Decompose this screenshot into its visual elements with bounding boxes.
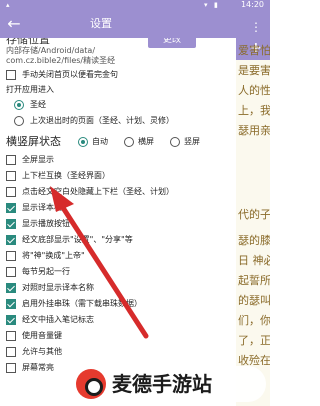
open-app-label: 打开应用进入 <box>6 85 54 94</box>
background-text-line: 瑟用亲爱的 <box>238 124 270 137</box>
option-checkbox-label: 启用外挂串珠（需下载串珠数据） <box>22 299 142 308</box>
option-checkbox-label: 点击经文空白处隐藏上下栏（圣经、计划） <box>22 187 174 196</box>
option-checkbox-label: 显示译本栏 <box>22 203 62 212</box>
radio-orient-portrait-label: 竖屏 <box>184 137 200 146</box>
option-checkbox[interactable] <box>6 283 16 293</box>
background-reader-page: ⋮ + 爱害怕，我 是要害我, 人的性命, 上，我必养 瑟用亲爱的 代的子孙; … <box>236 10 270 406</box>
radio-open-bible-label: 圣经 <box>30 100 46 109</box>
radio-orient-auto[interactable] <box>78 137 88 147</box>
status-time: 14:20 <box>240 0 264 9</box>
option-checkbox[interactable] <box>6 171 16 181</box>
option-checkbox-label: 全屏显示 <box>22 155 54 164</box>
radio-open-last-page[interactable] <box>14 116 24 126</box>
background-text-line: 人的性命, <box>238 84 270 97</box>
manual-close-checkbox[interactable] <box>6 70 16 80</box>
radio-open-last-page-label: 上次退出时的页面（圣经、计划、灵修） <box>30 116 174 125</box>
storage-path-line: com.cz.bible2/files/精读圣经 <box>6 56 116 65</box>
battery-icon: ▮ <box>214 1 218 9</box>
signal-icon: ▾ <box>204 1 208 9</box>
background-text-line: 瑟的膝上。 <box>238 234 270 247</box>
option-checkbox-label: 对照时显示译本名称 <box>22 283 94 292</box>
background-text-line: 爱害怕，我 <box>238 44 270 57</box>
radio-orient-landscape[interactable] <box>124 137 134 147</box>
option-checkbox[interactable] <box>6 235 16 245</box>
watermark-text: 麦德手游站 <box>112 372 212 396</box>
option-checkbox[interactable] <box>6 203 16 213</box>
back-arrow-icon[interactable]: ← <box>4 14 24 34</box>
option-checkbox[interactable] <box>6 251 16 261</box>
option-checkbox[interactable] <box>6 347 16 357</box>
background-text-line: 上，我必养 <box>238 104 270 117</box>
option-checkbox-label: 上下栏互换（圣经界面） <box>22 171 110 180</box>
option-checkbox-label: 将"神"换成"上帝" <box>22 251 85 260</box>
option-checkbox[interactable] <box>6 299 16 309</box>
change-storage-button[interactable]: 更改 <box>148 38 196 48</box>
storage-heading: 存储位置 <box>6 38 50 46</box>
option-checkbox[interactable] <box>6 155 16 165</box>
settings-panel: 存储位置 更改 内部存储/Android/data/ com.cz.bible2… <box>0 38 236 406</box>
notification-icon: ▴ <box>6 1 10 9</box>
menu-icon: ⋮ <box>250 20 262 34</box>
orientation-title: 横竖屏状态 <box>6 135 61 148</box>
radio-orient-landscape-label: 横屏 <box>138 137 154 146</box>
watermark: 麦德手游站 <box>70 366 266 402</box>
watermark-logo-icon <box>76 369 106 399</box>
status-bar: ▴ ▾ ▮ 14:20 <box>0 0 270 10</box>
background-text-line: 日 神必定 <box>238 254 270 267</box>
option-checkbox-label: 使用音量键 <box>22 331 62 340</box>
background-text-line: 代的子孙; <box>238 208 270 221</box>
storage-path-line: 内部存储/Android/data/ <box>6 46 96 55</box>
option-checkbox[interactable] <box>6 315 16 325</box>
option-checkbox[interactable] <box>6 187 16 197</box>
radio-orient-portrait[interactable] <box>170 137 180 147</box>
manual-close-label: 手动关闭首页以便看完金句 <box>22 70 118 79</box>
background-text-line: 起誓所应许 <box>238 274 270 287</box>
option-checkbox-label: 经文底部显示"设置"、"分享"等 <box>22 235 133 244</box>
option-checkbox-label: 屏幕常亮 <box>22 363 54 372</box>
radio-orient-auto-label: 自动 <box>92 137 108 146</box>
background-text-line: 是要害我, <box>238 64 270 77</box>
option-checkbox[interactable] <box>6 219 16 229</box>
radio-open-bible[interactable] <box>14 100 24 110</box>
background-text-line: 了，正一 <box>238 334 270 347</box>
option-checkbox-label: 每节另起一行 <box>22 267 70 276</box>
page-title: 设置 <box>90 17 112 30</box>
background-text-line: 们，你们要 <box>238 314 270 327</box>
app-bar: ← 设置 <box>0 10 270 38</box>
option-checkbox-label: 显示播放按钮 <box>22 219 70 228</box>
option-checkbox[interactable] <box>6 267 16 277</box>
background-text-line: 的瑟叫以色 <box>238 294 270 307</box>
option-checkbox-label: 经文中插入笔记标志 <box>22 315 94 324</box>
option-checkbox[interactable] <box>6 363 16 373</box>
option-checkbox-label: 允许与其他 <box>22 347 62 356</box>
option-checkbox[interactable] <box>6 331 16 341</box>
